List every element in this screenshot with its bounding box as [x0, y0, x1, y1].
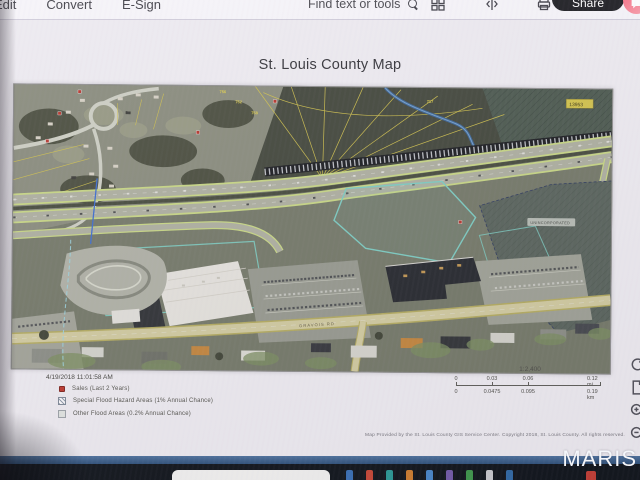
taskbar-app-icon[interactable]: [386, 470, 393, 480]
refresh-icon[interactable]: [629, 356, 640, 373]
menu-item-edit[interactable]: Edit: [0, 0, 16, 12]
zoom-out-icon[interactable]: [629, 425, 640, 442]
legend-row-sales: Sales (Last 2 Years): [58, 386, 213, 392]
map-timestamp: 4/19/2018 11:01:58 AM: [46, 374, 113, 381]
scale-mi-3: 0.12 mi: [587, 376, 601, 388]
scale-km-0: 0: [454, 389, 457, 395]
chat-icon: [630, 0, 640, 10]
toolbar: Edit Convert E-Sign Find text or tools: [0, 0, 640, 20]
fit-width-icon[interactable]: [484, 0, 500, 12]
maris-watermark: MARIS: [562, 446, 637, 472]
flood-hazard-swatch: [58, 397, 66, 405]
find-text-input[interactable]: Find text or tools: [308, 0, 419, 11]
taskbar-app-icons: [346, 470, 513, 480]
menu-item-convert[interactable]: Convert: [46, 0, 92, 12]
page-title: St. Louis County Map: [0, 57, 640, 73]
taskbar-app-icon[interactable]: [406, 470, 413, 480]
zoom-in-icon[interactable]: [629, 402, 640, 419]
other-flood-swatch: [58, 410, 66, 418]
acrobat-window: Edit Convert E-Sign Find text or tools: [0, 0, 640, 480]
ai-assistant-badge[interactable]: [623, 0, 640, 14]
search-icon: [408, 0, 419, 10]
legend-row-other-flood: Other Flood Areas (0.2% Annual Chance): [58, 410, 213, 418]
scale-bar: 0 0.03 0.06 0.12 mi 0 0.0475 0.095 0.19 …: [452, 376, 608, 398]
share-button[interactable]: Share: [552, 0, 624, 11]
page-thumbnails-icon[interactable]: [430, 0, 446, 12]
taskbar: [0, 456, 640, 480]
sales-marker-swatch: [59, 386, 65, 392]
scale-km-1: 0.0475: [484, 389, 501, 395]
menu-bar: Edit Convert E-Sign: [0, 0, 161, 12]
scale-km-3: 0.19 km: [587, 389, 601, 401]
legend-label: Sales (Last 2 Years): [72, 386, 130, 392]
legend-label: Other Flood Areas (0.2% Annual Chance): [73, 411, 191, 417]
county-map-image: 756 752 758 717 13953 UNINCORPORATED GRA…: [11, 83, 613, 374]
taskbar-app-icon[interactable]: [426, 470, 433, 480]
scale-km-2: 0.095: [521, 389, 535, 395]
taskbar-app-icon[interactable]: [486, 470, 493, 480]
legend-row-flood-hazard: Special Flood Hazard Areas (1% Annual Ch…: [58, 397, 213, 405]
taskbar-app-icon[interactable]: [346, 470, 353, 480]
taskbar-app-icon[interactable]: [366, 470, 373, 480]
page-icon[interactable]: [629, 379, 640, 396]
map-credit: Map Provided by the St. Louis County GIS…: [350, 433, 640, 438]
find-text-placeholder: Find text or tools: [308, 0, 400, 11]
taskbar-search-pill[interactable]: [172, 470, 330, 480]
taskbar-adobe-icon[interactable]: [586, 471, 596, 480]
scale-ratio: 1:2,400: [452, 366, 608, 373]
taskbar-app-icon[interactable]: [446, 470, 453, 480]
page-tools: [629, 356, 640, 442]
menu-item-esign[interactable]: E-Sign: [122, 0, 161, 12]
map-legend: Sales (Last 2 Years) Special Flood Hazar…: [58, 386, 213, 423]
print-icon[interactable]: [536, 0, 552, 12]
scale-block: 1:2,400 0 0.03 0.06 0.12 mi 0 0.0475 0.0…: [452, 366, 608, 398]
taskbar-app-icon[interactable]: [466, 470, 473, 480]
legend-label: Special Flood Hazard Areas (1% Annual Ch…: [73, 398, 213, 404]
taskbar-app-icon[interactable]: [506, 470, 513, 480]
